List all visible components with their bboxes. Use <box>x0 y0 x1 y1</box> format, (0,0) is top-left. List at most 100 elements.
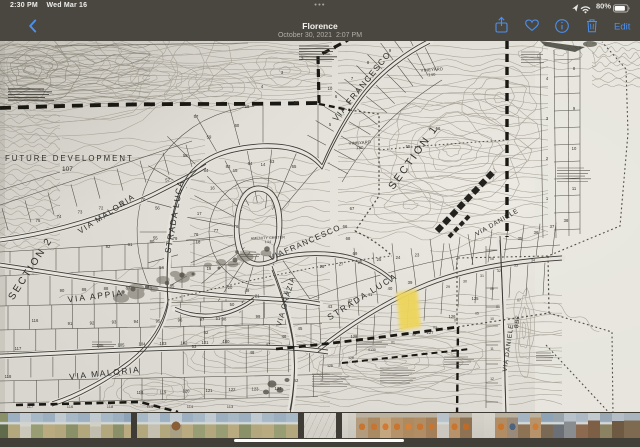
svg-text:20: 20 <box>228 285 233 290</box>
svg-text:26: 26 <box>358 259 363 264</box>
svg-text:127: 127 <box>427 330 435 335</box>
svg-text:59: 59 <box>207 135 212 140</box>
svg-text:107: 107 <box>62 166 73 173</box>
svg-text:94: 94 <box>134 319 139 324</box>
svg-text:118: 118 <box>137 390 144 395</box>
svg-text:103: 103 <box>160 341 168 346</box>
svg-text:70: 70 <box>141 197 146 202</box>
svg-text:77: 77 <box>214 228 219 233</box>
svg-text:81: 81 <box>128 242 133 247</box>
svg-text:43: 43 <box>328 304 333 309</box>
svg-text:47: 47 <box>266 342 271 347</box>
svg-text:113: 113 <box>227 404 234 409</box>
svg-text:120: 120 <box>183 389 191 394</box>
svg-text:11: 11 <box>572 186 577 191</box>
svg-text:119: 119 <box>160 389 167 394</box>
svg-text:98: 98 <box>222 316 227 321</box>
svg-text:16: 16 <box>210 186 215 191</box>
svg-text:31: 31 <box>480 274 484 278</box>
svg-text:85: 85 <box>170 284 175 289</box>
svg-text:76: 76 <box>234 224 239 229</box>
svg-text:117: 117 <box>15 346 22 351</box>
svg-text:08: 08 <box>490 257 494 261</box>
svg-text:Edit: Edit <box>614 22 631 33</box>
svg-text:28: 28 <box>320 264 325 269</box>
svg-text:23: 23 <box>415 253 420 258</box>
svg-text:100: 100 <box>223 339 231 344</box>
svg-text:75: 75 <box>36 218 41 223</box>
svg-text:93: 93 <box>112 320 117 325</box>
svg-text:10: 10 <box>490 317 494 321</box>
svg-text:FUTURE DEVELOPMENT: FUTURE DEVELOPMENT <box>5 154 134 163</box>
svg-text:140: 140 <box>428 72 436 78</box>
svg-text:50: 50 <box>230 302 235 307</box>
svg-text:123: 123 <box>252 387 260 392</box>
svg-text:01: 01 <box>391 340 395 344</box>
svg-text:124: 124 <box>275 386 283 391</box>
svg-text:18: 18 <box>196 240 201 245</box>
svg-text:115: 115 <box>147 404 154 409</box>
svg-text:38: 38 <box>564 218 569 223</box>
svg-text:86: 86 <box>148 285 153 290</box>
svg-text:0130: 0130 <box>368 348 376 352</box>
svg-text:125: 125 <box>472 296 480 301</box>
svg-text:04: 04 <box>454 319 458 323</box>
svg-text:114: 114 <box>187 404 194 409</box>
svg-text:62: 62 <box>294 378 299 383</box>
svg-text:54: 54 <box>159 265 164 270</box>
svg-text:82: 82 <box>106 244 111 249</box>
svg-text:14: 14 <box>261 162 266 167</box>
svg-text:65: 65 <box>292 164 297 169</box>
svg-text:90: 90 <box>60 288 65 293</box>
svg-text:67: 67 <box>350 206 355 211</box>
svg-text:69: 69 <box>353 251 358 256</box>
svg-text:121: 121 <box>206 388 214 393</box>
svg-text:25: 25 <box>377 257 382 262</box>
svg-text:19: 19 <box>207 266 212 271</box>
svg-text:56: 56 <box>155 206 160 211</box>
svg-text:32: 32 <box>497 269 501 273</box>
svg-text:35: 35 <box>518 236 523 241</box>
svg-text:66: 66 <box>343 224 348 229</box>
svg-text:58: 58 <box>245 104 250 109</box>
svg-text:95: 95 <box>156 318 161 323</box>
svg-text:118: 118 <box>5 374 12 379</box>
svg-text:53: 53 <box>192 344 197 349</box>
svg-text:60: 60 <box>235 123 240 128</box>
svg-text:105: 105 <box>118 342 126 347</box>
svg-text:84: 84 <box>204 168 209 173</box>
svg-text:92: 92 <box>90 320 95 325</box>
svg-text:02: 02 <box>412 333 416 337</box>
svg-text:17: 17 <box>197 211 202 216</box>
svg-text:39: 39 <box>408 280 413 285</box>
svg-text:73: 73 <box>78 210 83 215</box>
svg-text:21: 21 <box>255 294 260 299</box>
svg-text:91: 91 <box>68 321 73 326</box>
svg-text:46: 46 <box>282 334 287 339</box>
svg-text:116: 116 <box>67 404 74 409</box>
svg-text:106: 106 <box>97 343 105 348</box>
svg-text:63: 63 <box>270 159 275 164</box>
svg-text:36: 36 <box>534 230 539 235</box>
svg-text:126: 126 <box>449 314 457 319</box>
svg-text:144: 144 <box>265 240 272 244</box>
svg-text:45: 45 <box>298 326 303 331</box>
svg-text:129: 129 <box>348 356 354 360</box>
svg-text:24: 24 <box>396 255 401 260</box>
svg-text:55: 55 <box>406 144 411 149</box>
svg-text:97: 97 <box>200 317 205 322</box>
svg-text:57: 57 <box>194 114 199 119</box>
svg-text:104: 104 <box>139 342 147 347</box>
svg-text:68: 68 <box>346 236 351 241</box>
svg-text:78: 78 <box>194 232 199 237</box>
svg-text:102: 102 <box>181 341 189 346</box>
svg-text:03: 03 <box>433 326 437 330</box>
svg-text:10: 10 <box>328 86 333 91</box>
svg-text:15: 15 <box>233 168 238 173</box>
svg-text:128: 128 <box>351 334 359 339</box>
svg-text:27: 27 <box>339 262 344 267</box>
svg-text:57: 57 <box>165 177 170 182</box>
svg-text:55: 55 <box>153 236 158 241</box>
svg-text:59: 59 <box>294 100 299 105</box>
svg-text:33: 33 <box>514 264 518 268</box>
